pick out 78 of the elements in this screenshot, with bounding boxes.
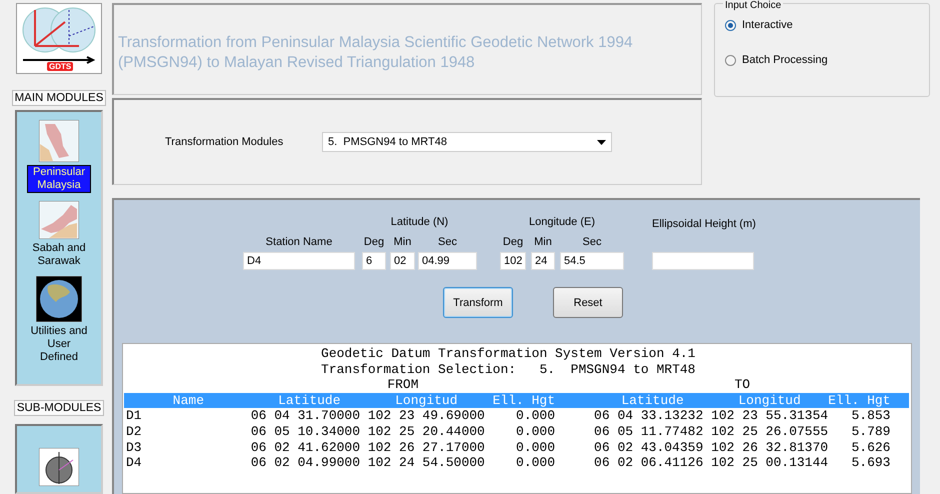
table-cell-text: 06 02 41.62000: [250, 440, 362, 456]
modules-dropdown[interactable]: 5. PMSGN94 to MRT48: [322, 132, 612, 152]
module-label[interactable]: Utilities and User Defined: [28, 325, 90, 364]
table-cell-text: 06 04 31.70000: [250, 408, 362, 424]
column-header: Name: [172, 392, 206, 408]
field-label: Deg: [362, 236, 386, 248]
logo-text: GDTS: [47, 62, 74, 72]
field-label: Sec: [582, 236, 602, 248]
transformation-title: Transformation from Peninsular Malaysia Scientific Geodetic Network 1994 (PMSGN94) to Malayan Revised Triangulation 1948: [118, 32, 633, 72]
station-label: Station Name: [264, 236, 334, 248]
action-button[interactable]: Reset: [553, 287, 623, 318]
table-cell-text: D4: [126, 455, 143, 471]
table-cell-text: 0.000: [515, 424, 556, 440]
section-label: MAIN MODULES: [12, 90, 106, 106]
table-cell-text: 06 04 33.13232: [593, 408, 704, 424]
table-cell-text: D3: [126, 440, 143, 456]
radio-button[interactable]: [725, 54, 736, 66]
table-cell-text: 5.693: [850, 455, 890, 471]
input-field[interactable]: 24: [531, 252, 555, 270]
map-icon[interactable]: [39, 201, 79, 240]
map-icon[interactable]: [39, 120, 79, 162]
longitude-heading: Longitude (E): [528, 216, 596, 228]
globe-icon[interactable]: [36, 276, 82, 322]
input-field[interactable]: 54.5: [560, 252, 624, 270]
column-header: Ell. Hgt: [828, 392, 890, 408]
table-cell-text: 06 05 11.77482: [593, 424, 704, 440]
column-header: Latitude: [620, 392, 685, 408]
radio-option[interactable]: Batch Processing: [725, 54, 929, 66]
radio-button[interactable]: [725, 20, 736, 30]
table-cell-text: 06 02 04.99000: [250, 455, 362, 471]
input-field[interactable]: 02: [390, 252, 415, 270]
column-header: Latitude: [277, 392, 342, 408]
table-cell-text: 0.000: [515, 408, 556, 424]
table-cell-text: 5.626: [850, 440, 890, 456]
radio-option[interactable]: Interactive: [725, 19, 929, 31]
table-cell: 102 24 54.50000: [368, 455, 485, 471]
group-title: Input Choice: [723, 0, 784, 11]
table-cell: 102 25 26.07555: [711, 424, 828, 440]
input-field[interactable]: 04.99: [418, 252, 477, 270]
module-label[interactable]: Sabah and Sarawak: [28, 242, 90, 268]
table-cell-text: 0.000: [515, 455, 556, 471]
input-field[interactable]: 6: [362, 252, 386, 270]
compass-icon[interactable]: [39, 448, 79, 486]
table-cell-text: D1: [126, 408, 143, 424]
to-label: TO: [733, 377, 752, 393]
station-field[interactable]: D4: [243, 252, 355, 270]
column-header: Longitud: [737, 392, 802, 408]
table-cell-text: 5.853: [850, 408, 890, 424]
table-cell-text: D2: [126, 424, 143, 440]
section-label: SUB-MODULES: [14, 400, 104, 416]
table-cell-text: 0.000: [515, 440, 556, 456]
table-cell: 102 25 00.13144: [711, 455, 828, 471]
field-label: Min: [533, 236, 553, 248]
caret-icon: [597, 140, 606, 144]
table-cell-text: 06 02 43.04359: [593, 440, 704, 456]
table-cell-text: 06 05 10.34000: [250, 424, 362, 440]
table-cell: 102 23 55.31354: [711, 408, 828, 424]
output-title: Transformation Selection: 5. PMSGN94 to MRT48: [320, 362, 696, 378]
latitude-heading: Latitude (N): [390, 216, 450, 228]
column-header: Longitud: [394, 392, 459, 408]
modules-label: Transformation Modules: [165, 136, 284, 148]
action-button[interactable]: Transform: [443, 287, 513, 318]
field-label: Deg: [502, 236, 524, 248]
height-label: Ellipsoidal Height (m): [652, 217, 754, 230]
input-field[interactable]: 102: [500, 252, 526, 270]
table-cell-text: 06 02 06.41126: [593, 455, 704, 471]
table-cell: 102 23 49.69000: [368, 408, 485, 424]
field-label: Min: [392, 236, 412, 248]
output-title: Geodetic Datum Transformation System Version 4.1: [320, 346, 696, 362]
height-field[interactable]: [652, 252, 754, 270]
table-cell: 102 25 20.44000: [368, 424, 485, 440]
table-cell: 102 26 32.81370: [711, 440, 828, 456]
table-cell-text: 5.789: [850, 424, 890, 440]
from-label: FROM: [386, 377, 420, 393]
column-header: Ell. Hgt: [492, 392, 556, 408]
module-label[interactable]: Peninsular Malaysia: [27, 165, 91, 194]
table-cell: 102 26 27.17000: [368, 440, 485, 456]
field-label: Sec: [437, 236, 458, 248]
